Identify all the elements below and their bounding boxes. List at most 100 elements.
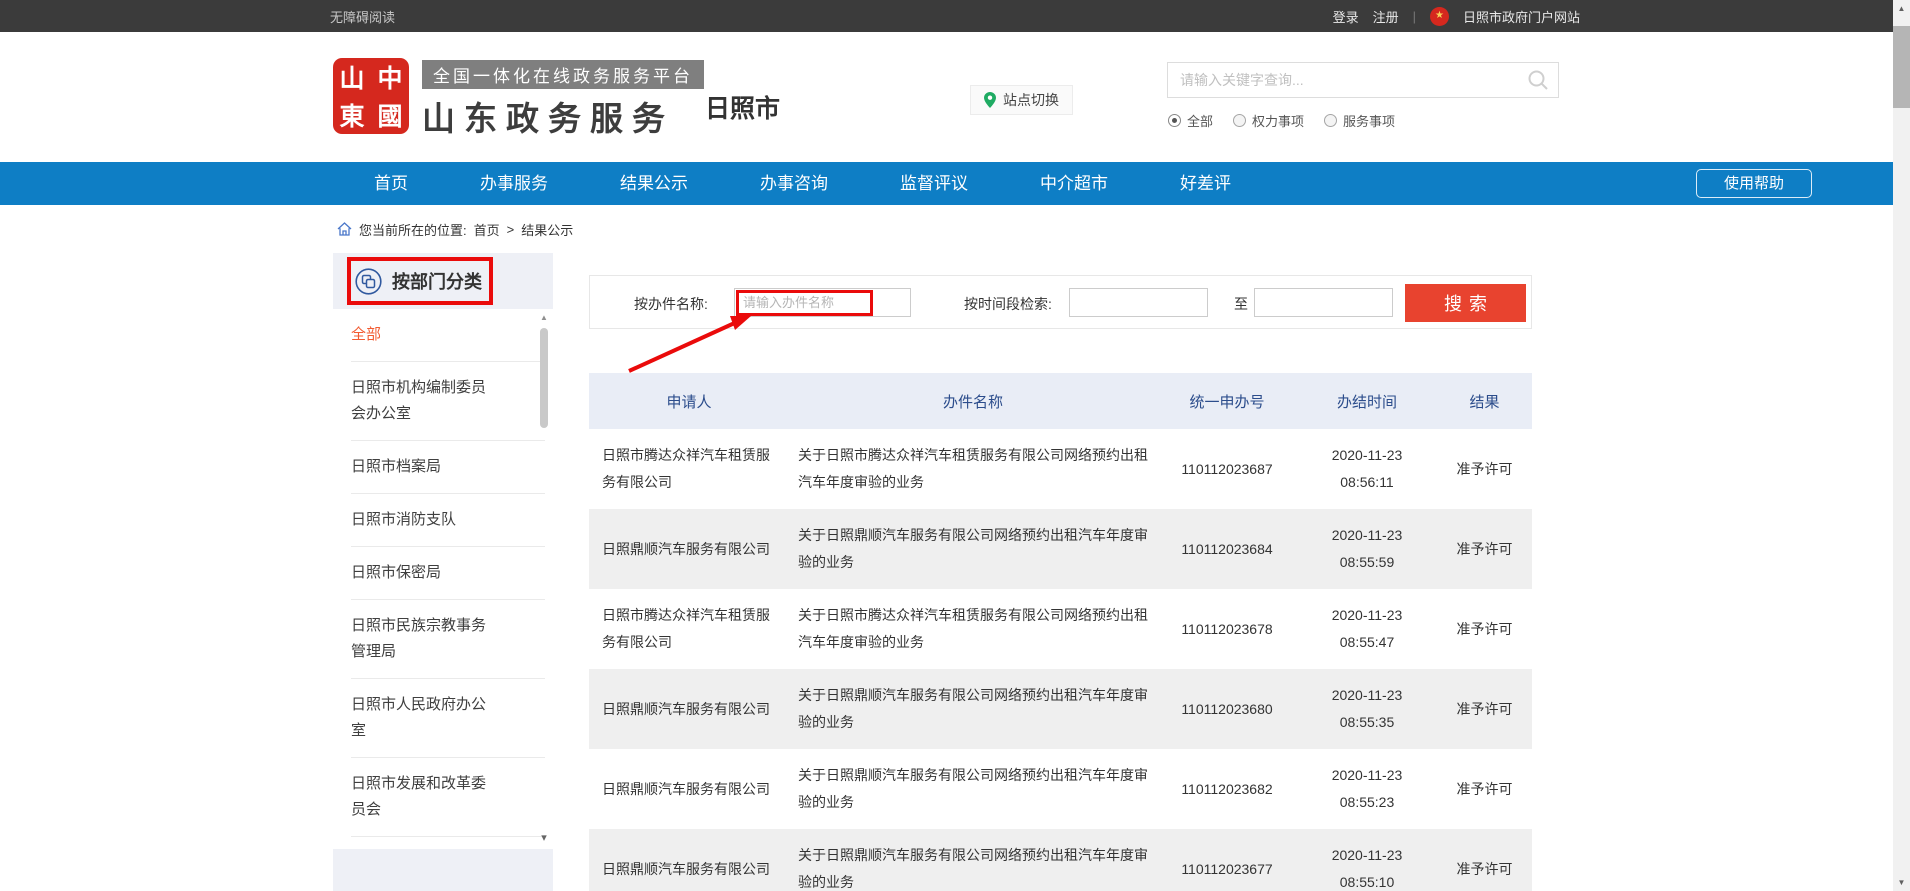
cell-case-name: 关于日照市腾达众祥汽车租赁服务有限公司网络预约出租汽车年度审验的业务 xyxy=(789,429,1157,509)
sidebar-item-all[interactable]: 全部 xyxy=(351,309,545,361)
site-switch-button[interactable]: 站点切换 xyxy=(970,85,1073,115)
scroll-down-icon[interactable]: ▾ xyxy=(538,831,550,844)
breadcrumb-prefix: 您当前所在的位置: xyxy=(359,220,467,239)
search-scope-radios: 全部 权力事项 服务事项 xyxy=(1168,111,1395,130)
sidebar-item[interactable]: 日照市人民政府办公室 xyxy=(351,678,545,757)
table-header-row: 申请人 办件名称 统一申办号 办结时间 结果 xyxy=(589,373,1532,429)
cell-number: 110112023684 xyxy=(1157,509,1297,589)
department-category-icon xyxy=(355,268,382,295)
table-row: 日照鼎顺汽车服务有限公司 关于日照鼎顺汽车服务有限公司网络预约出租汽车年度审验的… xyxy=(589,749,1532,829)
radio-power-dot[interactable] xyxy=(1233,114,1246,127)
cell-result: 准予许可 xyxy=(1437,749,1532,829)
scrollbar-down-icon[interactable]: ▼ xyxy=(1893,874,1910,891)
register-link[interactable]: 注册 xyxy=(1373,7,1399,26)
cell-result: 准予许可 xyxy=(1437,429,1532,509)
radio-service-label: 服务事项 xyxy=(1343,111,1395,130)
login-link[interactable]: 登录 xyxy=(1333,7,1359,26)
cell-number: 110112023677 xyxy=(1157,829,1297,891)
case-name-input[interactable] xyxy=(734,288,911,317)
sidebar-item[interactable]: 日照市机构编制委员会办公室 xyxy=(351,361,545,440)
help-button[interactable]: 使用帮助 xyxy=(1696,169,1812,198)
col-finish-time: 办结时间 xyxy=(1297,373,1437,429)
cell-case-name: 关于日照鼎顺汽车服务有限公司网络预约出租汽车年度审验的业务 xyxy=(789,829,1157,891)
location-pin-icon xyxy=(984,92,996,108)
nav-item-home[interactable]: 首页 xyxy=(345,162,437,205)
search-button[interactable]: 搜索 xyxy=(1405,284,1526,322)
cell-number: 110112023680 xyxy=(1157,669,1297,749)
breadcrumb-current: 结果公示 xyxy=(521,220,573,239)
page-scrollbar[interactable]: ▲ ▼ xyxy=(1893,0,1910,891)
sidebar-title: 按部门分类 xyxy=(392,268,482,294)
home-icon xyxy=(337,222,352,236)
cell-applicant: 日照市腾达众祥汽车租赁服务有限公司 xyxy=(589,429,789,509)
platform-logo-text: 全国一体化在线政务服务平台 山东政务服务 xyxy=(422,60,704,140)
sidebar-item[interactable]: 日照市保密局 xyxy=(351,546,545,599)
col-result: 结果 xyxy=(1437,373,1532,429)
shandong-seal-logo: 山中 東國 xyxy=(333,58,409,134)
main-navbar: 首页 办事服务 结果公示 办事咨询 监督评议 中介超市 好差评 使用帮助 xyxy=(0,162,1910,205)
breadcrumb: 您当前所在的位置: 首页 > 结果公示 xyxy=(337,205,1910,253)
nav-item-intermediary[interactable]: 中介超市 xyxy=(1011,162,1137,205)
site-header: 山中 東國 全国一体化在线政务服务平台 山东政务服务 日照市 站点切换 xyxy=(0,32,1910,162)
sidebar-item[interactable]: 日照市发展和改革委员会 xyxy=(351,757,545,836)
sidebar-scrollbar[interactable]: ▲ ▾ xyxy=(538,312,550,844)
filter-time-label: 按时间段检索: xyxy=(964,294,1052,314)
radio-power-label: 权力事项 xyxy=(1252,111,1304,130)
sidebar-item[interactable]: 日照市教育局 xyxy=(351,836,545,849)
table-row: 日照市腾达众祥汽车租赁服务有限公司 关于日照市腾达众祥汽车租赁服务有限公司网络预… xyxy=(589,429,1532,509)
sidebar-scrollbar-thumb[interactable] xyxy=(540,328,548,428)
radio-service-dot[interactable] xyxy=(1324,114,1337,127)
cell-case-name: 关于日照市腾达众祥汽车租赁服务有限公司网络预约出租汽车年度审验的业务 xyxy=(789,589,1157,669)
cell-result: 准予许可 xyxy=(1437,829,1532,891)
col-applicant: 申请人 xyxy=(589,373,789,429)
filter-name-label: 按办件名称: xyxy=(634,294,708,314)
nav-item-services[interactable]: 办事服务 xyxy=(451,162,577,205)
cell-applicant: 日照市腾达众祥汽车租赁服务有限公司 xyxy=(589,589,789,669)
keyword-search-input[interactable] xyxy=(1168,72,1527,88)
radio-service-items[interactable]: 服务事项 xyxy=(1324,111,1395,130)
sidebar-item[interactable]: 日照市民族宗教事务管理局 xyxy=(351,599,545,678)
content-area: 按部门分类 全部 日照市机构编制委员会办公室 日照市档案局 日照市消防支队 日照… xyxy=(333,253,1910,891)
radio-all-dot[interactable] xyxy=(1168,114,1181,127)
city-name: 日照市 xyxy=(705,89,780,125)
page-scrollbar-thumb[interactable] xyxy=(1893,26,1910,108)
radio-power-items[interactable]: 权力事项 xyxy=(1233,111,1304,130)
cell-finish-time: 2020-11-2308:55:47 xyxy=(1297,589,1437,669)
breadcrumb-home[interactable]: 首页 xyxy=(474,220,500,239)
nav-item-rating[interactable]: 好差评 xyxy=(1151,162,1260,205)
cell-finish-time: 2020-11-2308:55:10 xyxy=(1297,829,1437,891)
nav-item-results[interactable]: 结果公示 xyxy=(591,162,717,205)
keyword-search-box xyxy=(1167,62,1559,98)
sidebar-item[interactable]: 日照市档案局 xyxy=(351,440,545,493)
cell-number: 110112023687 xyxy=(1157,429,1297,509)
date-to-input[interactable] xyxy=(1254,288,1393,317)
radio-all[interactable]: 全部 xyxy=(1168,111,1213,130)
col-number: 统一申办号 xyxy=(1157,373,1297,429)
nav-item-supervision[interactable]: 监督评议 xyxy=(871,162,997,205)
cell-case-name: 关于日照鼎顺汽车服务有限公司网络预约出租汽车年度审验的业务 xyxy=(789,749,1157,829)
search-icon[interactable] xyxy=(1527,69,1549,91)
cell-result: 准予许可 xyxy=(1437,589,1532,669)
platform-banner: 全国一体化在线政务服务平台 xyxy=(422,60,704,89)
topbar-divider: | xyxy=(1413,9,1416,24)
top-utility-bar: 无障碍阅读 登录 注册 | ★ 日照市政府门户网站 xyxy=(0,0,1910,32)
cell-case-name: 关于日照鼎顺汽车服务有限公司网络预约出租汽车年度审验的业务 xyxy=(789,669,1157,749)
cell-applicant: 日照鼎顺汽车服务有限公司 xyxy=(589,509,789,589)
nav-item-consult[interactable]: 办事咨询 xyxy=(731,162,857,205)
department-sidebar: 按部门分类 全部 日照市机构编制委员会办公室 日照市档案局 日照市消防支队 日照… xyxy=(333,253,553,891)
results-table: 申请人 办件名称 统一申办号 办结时间 结果 日照市腾达众祥汽车租赁服务有限公司… xyxy=(589,373,1532,891)
cell-number: 110112023682 xyxy=(1157,749,1297,829)
col-case-name: 办件名称 xyxy=(789,373,1157,429)
date-from-input[interactable] xyxy=(1069,288,1208,317)
radio-all-label: 全部 xyxy=(1187,111,1213,130)
accessibility-link[interactable]: 无障碍阅读 xyxy=(330,7,395,26)
sidebar-item[interactable]: 日照市消防支队 xyxy=(351,493,545,546)
gov-portal-link[interactable]: 日照市政府门户网站 xyxy=(1463,7,1580,26)
scroll-up-icon[interactable]: ▲ xyxy=(538,312,550,324)
scrollbar-up-icon[interactable]: ▲ xyxy=(1893,0,1910,17)
cell-applicant: 日照鼎顺汽车服务有限公司 xyxy=(589,749,789,829)
platform-title: 山东政务服务 xyxy=(422,92,704,140)
results-main: 按办件名称: 按时间段检索: 至 搜索 申请人 办件名称 统一申办号 办结时间 … xyxy=(589,253,1532,891)
cell-number: 110112023678 xyxy=(1157,589,1297,669)
table-row: 日照鼎顺汽车服务有限公司 关于日照鼎顺汽车服务有限公司网络预约出租汽车年度审验的… xyxy=(589,669,1532,749)
